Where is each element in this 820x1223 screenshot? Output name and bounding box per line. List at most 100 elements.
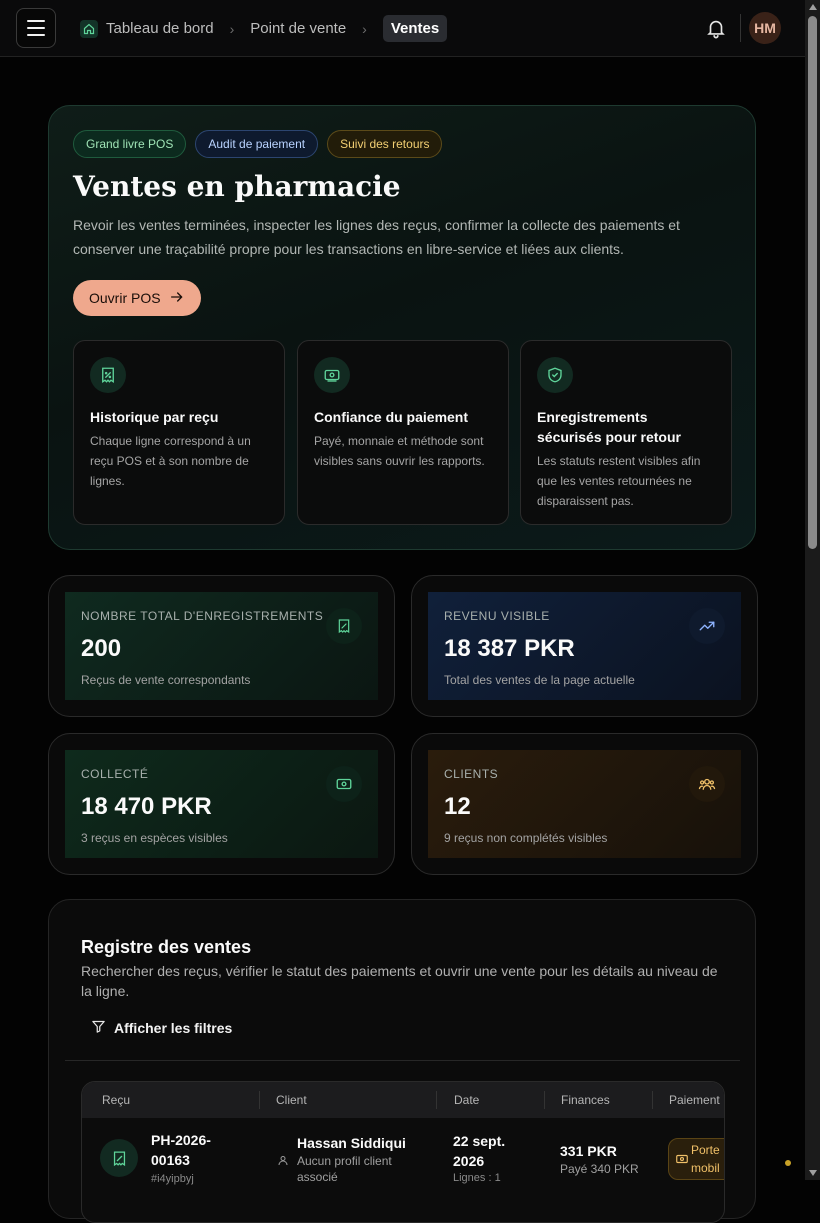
column-header-date[interactable]: Date — [454, 1093, 479, 1107]
stat-card-total-records: NOMBRE TOTAL D'ENREGISTREMENTS 200 Reçus… — [48, 575, 395, 717]
feature-title: Historique par reçu — [90, 409, 219, 425]
hero-pills: Grand livre POS Audit de paiement Suivi … — [73, 130, 443, 158]
breadcrumb-pos[interactable]: Point de vente — [250, 20, 346, 37]
filter-icon — [91, 1019, 106, 1037]
registry-title: Registre des ventes — [81, 937, 252, 957]
receipt-icon — [90, 357, 126, 393]
breadcrumb-label: Point de vente — [250, 20, 347, 37]
column-divider — [544, 1091, 545, 1109]
column-header-receipt[interactable]: Reçu — [102, 1093, 130, 1107]
stat-card-body: CLIENTS 12 9 reçus non complétés visible… — [428, 750, 741, 858]
banknote-icon — [326, 766, 362, 802]
scroll-down-arrow-icon[interactable] — [809, 1170, 817, 1176]
sales-table: Reçu Client Date Finances Paiement PH-20… — [81, 1081, 725, 1223]
payment-method-line2: mobil — [691, 1161, 720, 1175]
menu-button[interactable] — [16, 8, 56, 48]
paid-amount: Payé 340 PKR — [560, 1162, 639, 1176]
breadcrumb-dashboard[interactable]: Tableau de bord — [80, 19, 214, 38]
filters-label: Afficher les filtres — [114, 1020, 233, 1036]
stat-label: REVENU VISIBLE — [444, 609, 550, 623]
receipt-number-line2[interactable]: 00163 — [151, 1152, 190, 1168]
column-header-finances[interactable]: Finances — [561, 1093, 610, 1107]
stat-card-body: REVENU VISIBLE 18 387 PKR Total des vent… — [428, 592, 741, 700]
avatar[interactable]: HM — [749, 12, 781, 44]
stat-subtext: Total des ventes de la page actuelle — [444, 673, 635, 687]
stat-value: 18 387 PKR — [444, 635, 575, 662]
date-line2: 2026 — [453, 1153, 485, 1169]
hero-card: Grand livre POS Audit de paiement Suivi … — [48, 105, 756, 550]
feature-description: Les statuts restent visibles afin que le… — [537, 454, 701, 508]
breadcrumb: Tableau de bord › Point de vente › Vente… — [80, 15, 448, 42]
pill-returns-tracking: Suivi des retours — [327, 130, 443, 158]
stat-label: CLIENTS — [444, 767, 499, 781]
feature-title: Enregistrements sécurisés pour retour — [537, 409, 681, 445]
stat-subtext: 9 reçus non complétés visibles — [444, 831, 608, 845]
scrollbar-thumb[interactable] — [808, 16, 817, 549]
feature-description: Chaque ligne correspond à un reçu POS et… — [90, 434, 251, 488]
user-icon — [277, 1154, 289, 1170]
line-count: Lignes : 1 — [453, 1172, 501, 1184]
receipt-icon — [100, 1139, 138, 1177]
top-bar: Tableau de bord › Point de vente › Vente… — [0, 0, 805, 57]
registry-description: Rechercher des reçus, vérifier le statut… — [81, 963, 718, 999]
amount: 331 PKR — [560, 1143, 617, 1159]
stat-card-clients: CLIENTS 12 9 reçus non complétés visible… — [411, 733, 758, 875]
client-note-line1: Aucun profil client — [297, 1154, 392, 1168]
table-header: Reçu Client Date Finances Paiement — [82, 1082, 724, 1118]
pill-pos-ledger: Grand livre POS — [73, 130, 187, 158]
shield-check-icon — [537, 357, 573, 393]
feature-card-secure-returns: Enregistrements sécurisés pour retour Le… — [520, 340, 732, 525]
date-line1: 22 sept. — [453, 1133, 506, 1149]
trending-up-icon — [689, 608, 725, 644]
stat-card-body: COLLECTÉ 18 470 PKR 3 reçus en espèces v… — [65, 750, 378, 858]
stat-card-visible-revenue: REVENU VISIBLE 18 387 PKR Total des vent… — [411, 575, 758, 717]
chevron-right-icon: › — [362, 20, 367, 37]
hero-description: Revoir les ventes terminées, inspecter l… — [73, 217, 680, 257]
stat-subtext: 3 reçus en espèces visibles — [81, 831, 228, 845]
scroll-up-arrow-icon[interactable] — [809, 4, 817, 10]
show-filters-button[interactable]: Afficher les filtres — [91, 1019, 232, 1037]
status-dot — [785, 1160, 791, 1166]
divider — [740, 14, 741, 42]
feature-card-payment-trust: Confiance du paiement Payé, monnaie et m… — [297, 340, 509, 525]
pill-payment-audit: Audit de paiement — [195, 130, 319, 158]
chevron-right-icon: › — [229, 20, 235, 37]
column-header-client[interactable]: Client — [276, 1093, 307, 1107]
menu-bar-icon — [27, 20, 45, 22]
bell-icon[interactable] — [705, 17, 727, 44]
banknote-icon — [314, 357, 350, 393]
breadcrumb-sales[interactable]: Ventes — [382, 15, 448, 42]
arrow-right-icon — [169, 289, 185, 308]
open-pos-button[interactable]: Ouvrir POS — [73, 280, 201, 316]
column-divider — [436, 1091, 437, 1109]
breadcrumb-label: Ventes — [390, 20, 440, 37]
column-header-payment[interactable]: Paiement — [669, 1093, 720, 1107]
scrollbar[interactable] — [805, 0, 820, 1180]
client-note-line2: associé — [297, 1170, 338, 1184]
home-icon — [80, 19, 98, 38]
breadcrumb-label: Tableau de bord — [106, 20, 214, 37]
column-divider — [652, 1091, 653, 1109]
stat-value: 18 470 PKR — [81, 793, 212, 820]
divider — [65, 1060, 740, 1061]
receipt-hash: #i4yipbyj — [151, 1173, 194, 1185]
menu-bar-icon — [27, 34, 45, 36]
feature-card-receipt-history: Historique par reçu Chaque ligne corresp… — [73, 340, 285, 525]
open-pos-label: Ouvrir POS — [89, 290, 161, 306]
stat-card-body: NOMBRE TOTAL D'ENREGISTREMENTS 200 Reçus… — [65, 592, 378, 700]
client-name: Hassan Siddiqui — [297, 1135, 406, 1151]
menu-bar-icon — [27, 27, 45, 29]
column-divider — [259, 1091, 260, 1109]
stat-value: 12 — [444, 793, 471, 820]
stat-card-collected: COLLECTÉ 18 470 PKR 3 reçus en espèces v… — [48, 733, 395, 875]
receipt-number-line1[interactable]: PH-2026- — [151, 1132, 211, 1148]
sales-registry-card: Registre des ventes Rechercher des reçus… — [48, 899, 756, 1223]
stat-value: 200 — [81, 635, 122, 662]
receipt-icon — [326, 608, 362, 644]
feature-title: Confiance du paiement — [314, 409, 469, 425]
stat-subtext: Reçus de vente correspondants — [81, 673, 251, 687]
payment-method-line1: Porte — [691, 1143, 720, 1157]
feature-description: Payé, monnaie et méthode sont visibles s… — [314, 434, 485, 468]
stat-label: COLLECTÉ — [81, 767, 149, 781]
page-title: Ventes en pharmacie — [73, 170, 401, 203]
